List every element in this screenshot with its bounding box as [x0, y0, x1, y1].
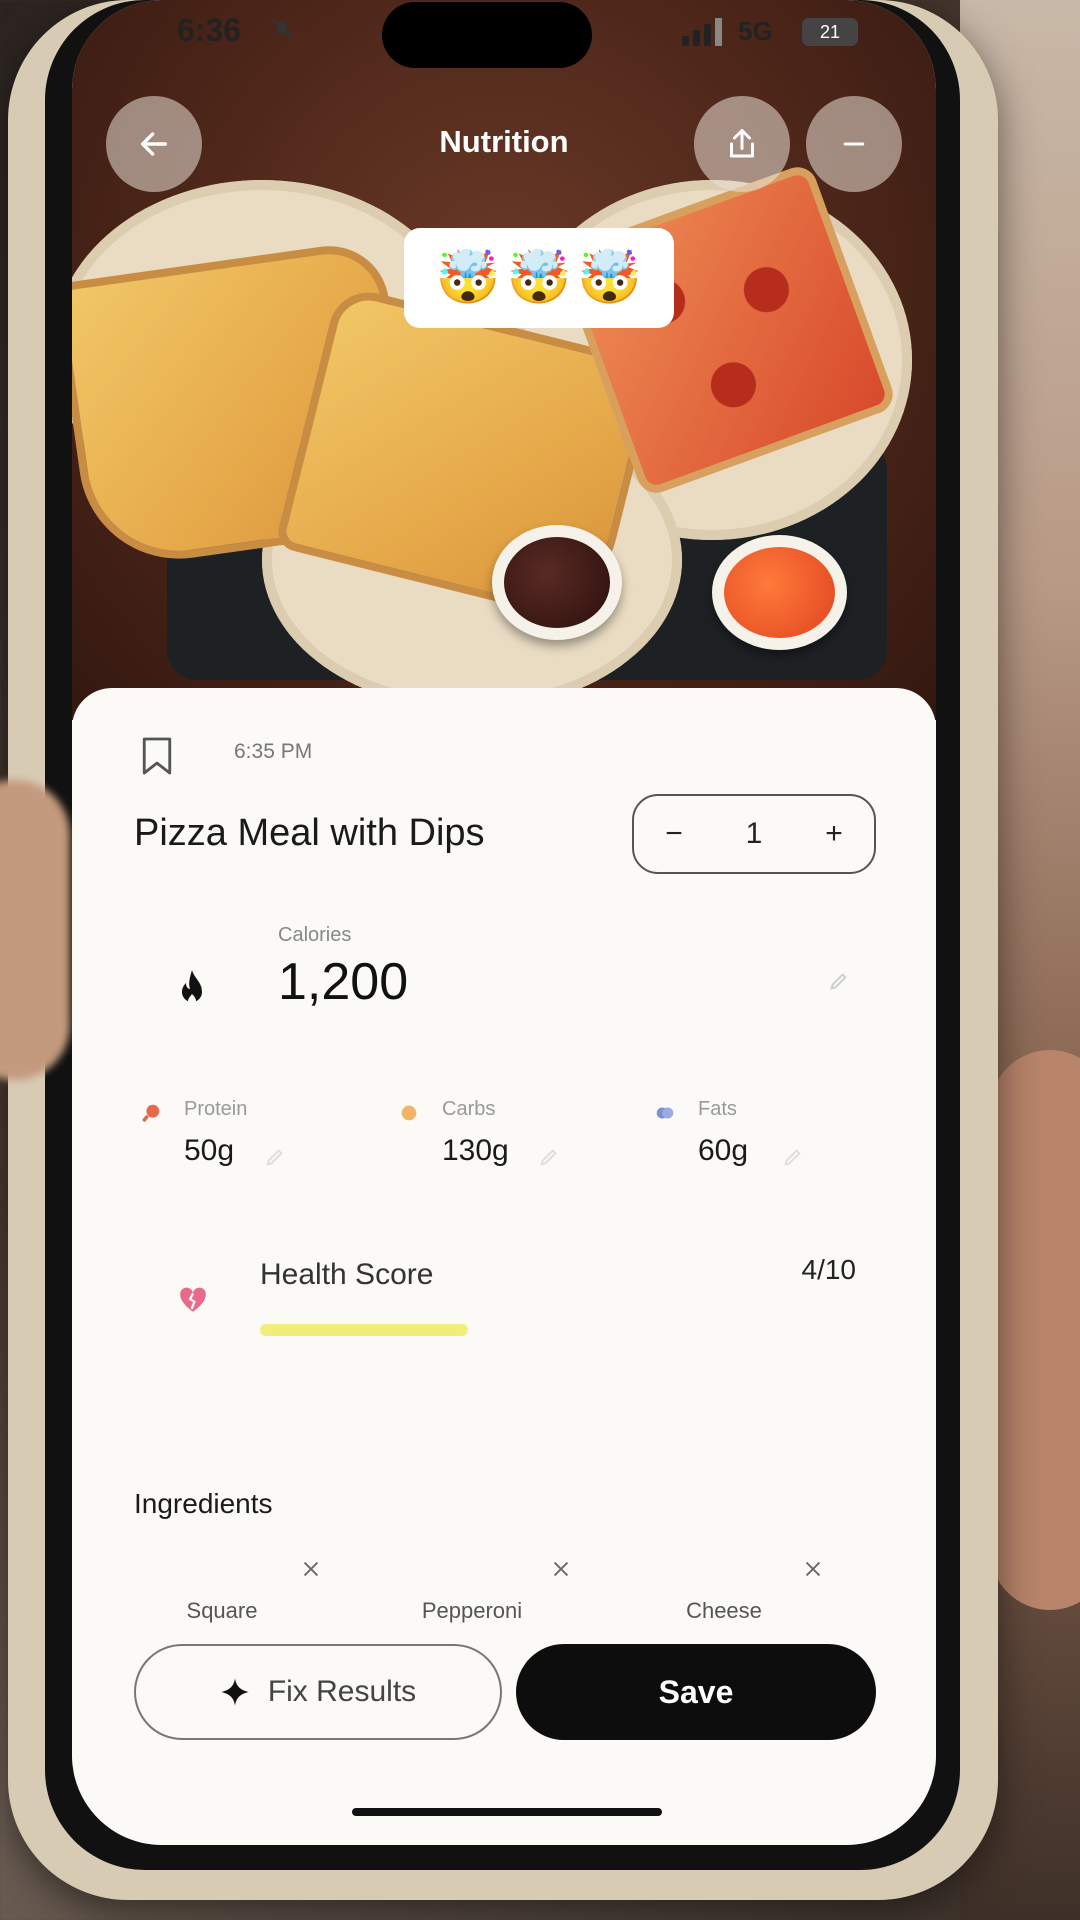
battery-indicator: 21 [802, 18, 858, 46]
health-score: Health Score 4/10 [176, 1254, 876, 1368]
health-score-fill [260, 1324, 468, 1336]
health-score-bar [260, 1324, 780, 1336]
health-score-value: 4/10 [801, 1254, 857, 1285]
broken-heart-icon [180, 1287, 206, 1312]
ingredients-title: Ingredients [134, 1488, 273, 1519]
bookmark-icon[interactable] [140, 736, 174, 776]
pencil-icon[interactable] [782, 1146, 804, 1168]
dip-cup-bbq [492, 525, 622, 640]
pencil-icon[interactable] [538, 1146, 560, 1168]
phone-screen: 6:36 5G 21 Nutrition 🤯 🤯 🤯 6:35 PM Pizza… [72, 0, 936, 1845]
exploding-head-emoji: 🤯 [506, 248, 572, 308]
ingredient-label: Pepperoni [421, 1598, 523, 1623]
calories-block[interactable]: Calories 1,200 [168, 924, 868, 1074]
close-icon[interactable] [550, 1558, 572, 1580]
hand-left [0, 780, 70, 1080]
carbs-value: 130g [442, 1134, 509, 1167]
hand-right [990, 1050, 1080, 1610]
protein-value: 50g [184, 1134, 235, 1167]
status-bar: 6:36 5G 21 [72, 0, 936, 68]
save-button[interactable]: Save [516, 1644, 876, 1740]
fats-value: 60g [698, 1134, 749, 1167]
close-icon[interactable] [802, 1558, 824, 1580]
signal-icon [682, 18, 722, 46]
calories-label: Calories [278, 924, 352, 946]
exploding-head-emoji: 🤯 [577, 248, 643, 308]
protein-icon [142, 1104, 160, 1122]
calories-value: 1,200 [278, 953, 409, 1011]
pencil-icon[interactable] [828, 970, 850, 992]
fats-label: Fats [698, 1098, 737, 1120]
protein-label: Protein [184, 1098, 248, 1120]
fats-icon [656, 1107, 674, 1119]
fix-results-label: Fix Results [267, 1675, 417, 1708]
ingredient-chip[interactable]: Pepperoni [372, 1558, 572, 1638]
health-score-label: Health Score [260, 1258, 434, 1291]
ingredient-chip[interactable]: Cheese [624, 1558, 824, 1638]
quantity-value: 1 [745, 817, 763, 850]
dip-cup-marinara [712, 535, 847, 650]
carbs-icon [401, 1105, 417, 1121]
fix-results-button[interactable]: Fix Results [134, 1644, 502, 1740]
flame-icon [182, 970, 202, 1005]
reaction-bubble: 🤯 🤯 🤯 [404, 228, 674, 328]
network-label: 5G [738, 16, 773, 46]
meal-title: Pizza Meal with Dips [134, 812, 485, 854]
close-icon[interactable] [300, 1558, 322, 1580]
quantity-stepper: − 1 + [632, 794, 876, 874]
exploding-head-emoji: 🤯 [435, 248, 501, 308]
sparkle-icon [221, 1678, 249, 1706]
more-button[interactable] [806, 96, 902, 192]
food-photo [72, 0, 936, 720]
carbs-label: Carbs [442, 1098, 496, 1120]
increment-button[interactable]: + [804, 817, 864, 851]
status-time: 6:36 [177, 12, 242, 48]
ingredient-chip[interactable]: Square [122, 1558, 322, 1638]
share-icon [730, 129, 754, 158]
home-indicator[interactable] [352, 1808, 662, 1816]
macro-carbs[interactable]: Carbs 130g [392, 1098, 612, 1198]
decrement-button[interactable]: − [644, 817, 704, 851]
minus-icon [843, 142, 865, 146]
macro-fats[interactable]: Fats 60g [648, 1098, 868, 1198]
macro-protein[interactable]: Protein 50g [134, 1098, 354, 1198]
meal-time: 6:35 PM [234, 740, 313, 763]
ingredient-label: Cheese [686, 1598, 762, 1623]
bell-slash-icon [271, 17, 293, 39]
nutrition-card: 6:35 PM Pizza Meal with Dips − 1 + Calor… [72, 688, 936, 1845]
ingredient-label: Square [186, 1598, 258, 1623]
share-button[interactable] [694, 96, 790, 192]
pencil-icon[interactable] [264, 1146, 286, 1168]
dynamic-island [382, 2, 592, 68]
